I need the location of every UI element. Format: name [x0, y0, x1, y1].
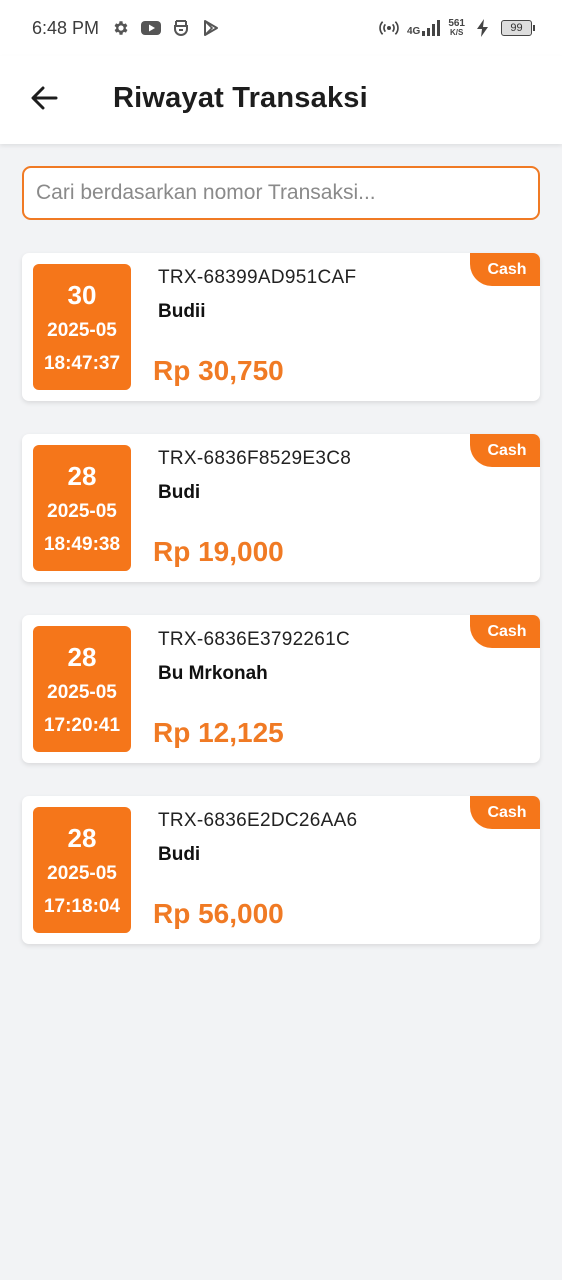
- youtube-icon: [141, 18, 162, 38]
- date-year-month: 2025-05: [47, 681, 117, 703]
- customer-name: Budii: [158, 301, 206, 322]
- customer-name: Budi: [158, 482, 201, 503]
- payment-badge: Cash: [470, 796, 540, 829]
- date-time: 18:47:37: [43, 352, 121, 374]
- settings-icon: [111, 18, 131, 38]
- battery-level: 99: [510, 22, 523, 34]
- date-year-month: 2025-05: [47, 319, 117, 341]
- transaction-amount: Rp 30,750: [153, 355, 284, 386]
- date-year-month: 2025-05: [47, 862, 117, 884]
- transaction-card[interactable]: 28 2025-05 18:49:38 TRX-6836F8529E3C8 Bu…: [22, 434, 540, 582]
- date-time: 17:18:04: [43, 895, 121, 917]
- customer-name: Bu Mrkonah: [158, 663, 268, 684]
- transaction-card[interactable]: 28 2025-05 17:18:04 TRX-6836E2DC26AA6 Bu…: [22, 796, 540, 944]
- arrow-left-icon: [31, 86, 58, 110]
- search-box[interactable]: [22, 166, 540, 220]
- search-input[interactable]: [24, 168, 538, 218]
- network-type: 4G: [407, 20, 441, 37]
- battery-icon: 99: [501, 20, 535, 36]
- transaction-amount: Rp 56,000: [153, 898, 284, 929]
- network-speed: 561 K/S: [448, 18, 465, 37]
- payment-badge: Cash: [470, 434, 540, 467]
- status-left: 6:48 PM: [32, 18, 221, 39]
- date-day: 28: [67, 822, 97, 853]
- transaction-list: 30 2025-05 18:47:37 TRX-68399AD951CAF Bu…: [22, 253, 540, 977]
- play-store-icon: [201, 18, 221, 38]
- transaction-card[interactable]: 30 2025-05 18:47:37 TRX-68399AD951CAF Bu…: [22, 253, 540, 401]
- charging-icon: [473, 18, 493, 38]
- page-title: Riwayat Transaksi: [113, 82, 368, 114]
- date-time: 17:20:41: [43, 714, 121, 736]
- hotspot-icon: [379, 18, 399, 38]
- transaction-id: TRX-6836E3792261C: [158, 629, 351, 650]
- transaction-amount: Rp 19,000: [153, 536, 284, 567]
- date-year-month: 2025-05: [47, 500, 117, 522]
- status-time: 6:48 PM: [32, 17, 100, 38]
- transaction-amount: Rp 12,125: [153, 717, 284, 748]
- signal-icon: [422, 20, 441, 36]
- date-box: 28 2025-05 18:49:38: [33, 445, 131, 571]
- transaction-card[interactable]: 28 2025-05 17:20:41 TRX-6836E3792261C Bu…: [22, 615, 540, 763]
- customer-name: Budi: [158, 844, 201, 865]
- app-icon: [171, 18, 191, 38]
- date-day: 28: [67, 460, 97, 491]
- app-bar: Riwayat Transaksi: [0, 56, 562, 144]
- transaction-id: TRX-68399AD951CAF: [158, 267, 357, 288]
- date-box: 28 2025-05 17:20:41: [33, 626, 131, 752]
- status-bar: 6:48 PM 4G 561 K/S 99: [0, 0, 562, 56]
- transaction-id: TRX-6836E2DC26AA6: [158, 810, 358, 831]
- status-right: 4G 561 K/S 99: [379, 18, 535, 38]
- back-button[interactable]: [26, 80, 62, 116]
- transaction-id: TRX-6836F8529E3C8: [158, 448, 352, 469]
- payment-badge: Cash: [470, 253, 540, 286]
- date-day: 30: [67, 279, 97, 310]
- date-box: 28 2025-05 17:18:04: [33, 807, 131, 933]
- payment-badge: Cash: [470, 615, 540, 648]
- date-day: 28: [67, 641, 97, 672]
- date-time: 18:49:38: [43, 533, 121, 555]
- date-box: 30 2025-05 18:47:37: [33, 264, 131, 390]
